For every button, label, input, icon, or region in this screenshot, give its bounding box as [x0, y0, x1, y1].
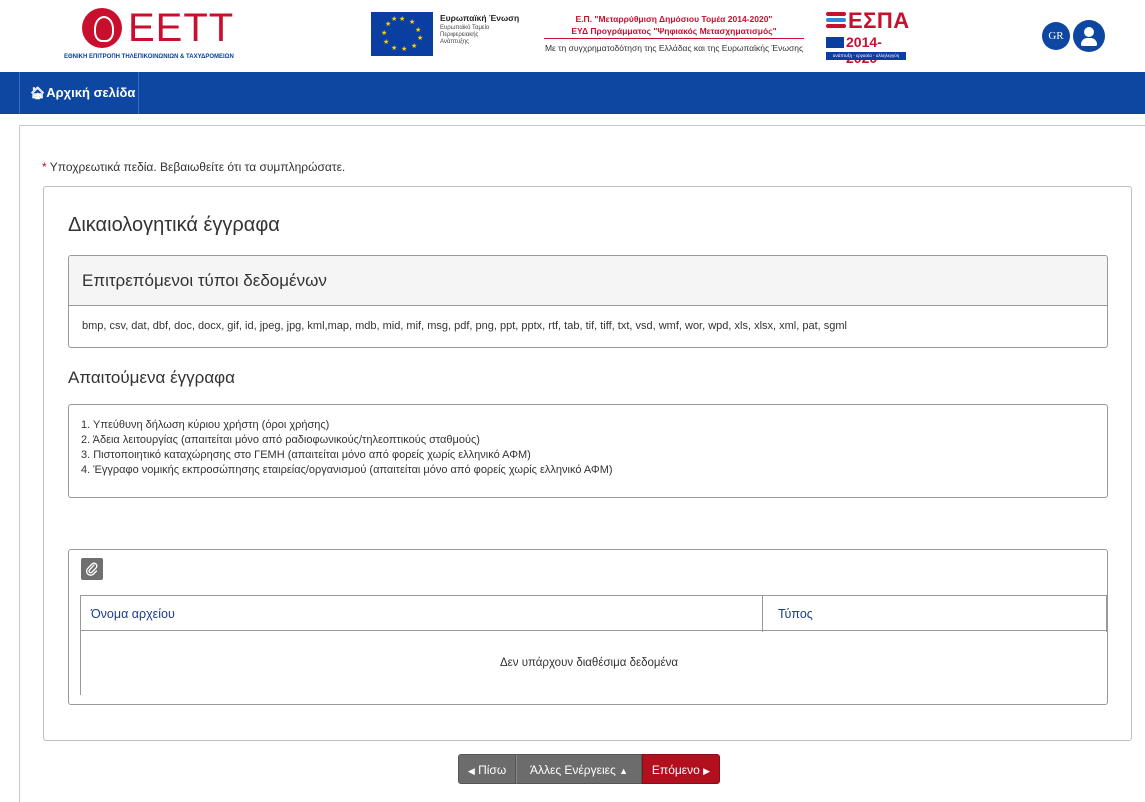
eu-subtitle: Ευρωπαϊκό Ταμείο Περιφερειακής Ανάπτυξης — [440, 25, 490, 45]
eett-logo[interactable]: ΕΕΤΤ ΕΘΝΙΚΗ ΕΠΙΤΡΟΠΗ ΤΗΛΕΠΙΚΟΙΝΩΝΙΩΝ & Τ… — [64, 6, 244, 62]
home-icon: 🏠︎ — [30, 86, 46, 100]
user-icon-body — [1081, 38, 1097, 46]
eu-caption: Ευρωπαϊκή Ένωση Ευρωπαϊκό Ταμείο Περιφερ… — [440, 13, 520, 46]
greek-flag-icon — [826, 37, 844, 48]
logo-text: ΕΕΤΤ — [128, 6, 235, 50]
caret-up-icon: ▲ — [619, 766, 629, 776]
required-docs-box: 1. Υπεύθυνη δήλωση κύριου χρήστη (όροι χ… — [68, 404, 1108, 498]
program-line-1: Ε.Π. "Μεταρρύθμιση Δημόσιου Τομέα 2014-2… — [575, 14, 773, 24]
eu-flag-icon: ★ ★ ★ ★ ★ ★ ★ ★ ★ ★ ★ — [371, 12, 433, 56]
caret-left-icon: ◀ — [467, 766, 475, 776]
required-doc-item: 3. Πιστοποιητικό καταχώρησης στο ΓΕΜΗ (α… — [81, 449, 531, 461]
program-caption: Ε.Π. "Μεταρρύθμιση Δημόσιου Τομέα 2014-2… — [526, 14, 822, 53]
espa-tagline: ανάπτυξη - εργασία - αλληλεγγύη — [826, 52, 906, 60]
logo-subtitle: ΕΘΝΙΚΗ ΕΠΙΤΡΟΠΗ ΤΗΛΕΠΙΚΟΙΝΩΝΙΩΝ & ΤΑΧΥΔΡ… — [64, 54, 234, 60]
column-header-type[interactable]: Τύπος — [778, 596, 813, 632]
back-button-label: Πίσω — [478, 763, 507, 777]
next-button-label: Επόμενο — [651, 763, 700, 777]
nav-home-label: Αρχική σελίδα — [46, 85, 136, 100]
required-docs-title: Απαιτούμενα έγγραφα — [68, 368, 236, 387]
nav-home-link[interactable]: 🏠︎Αρχική σελίδα — [20, 72, 139, 114]
column-header-filename[interactable]: Όνομα αρχείου — [91, 596, 175, 632]
espa-logo: ΕΣΠΑ 2014-2020 ανάπτυξη - εργασία - αλλη… — [826, 8, 909, 66]
allowed-types-title: Επιτρεπόμενοι τύποι δεδομένων — [69, 256, 1107, 306]
allowed-types-panel: Επιτρεπόμενοι τύποι δεδομένων bmp, csv, … — [68, 255, 1108, 348]
required-doc-item: 1. Υπεύθυνη δήλωση κύριου χρήστη (όροι χ… — [81, 419, 330, 431]
main-navbar — [0, 72, 1145, 114]
caret-right-icon: ▶ — [703, 766, 711, 776]
allowed-types-list: bmp, csv, dat, dbf, doc, docx, gif, id, … — [82, 320, 847, 332]
attach-file-button[interactable] — [81, 558, 103, 580]
paperclip-icon — [85, 562, 98, 576]
eett-emblem-icon — [82, 8, 122, 48]
back-button[interactable]: ◀ Πίσω — [458, 754, 516, 784]
more-actions-button[interactable]: Άλλες Ενέργειες ▲ — [516, 754, 642, 784]
table-header-row: Όνομα αρχείου Τύπος — [81, 595, 1107, 632]
espa-stripes-icon — [826, 12, 846, 32]
empty-table-message: Δεν υπάρχουν διαθέσιμα δεδομένα — [499, 657, 679, 669]
section-title: Δικαιολογητικά έγγραφα — [68, 214, 280, 236]
uploaded-files-panel: Όνομα αρχείου Τύπος Δεν υπάρχουν διαθέσι… — [68, 549, 1108, 705]
site-header: ΕΕΤΤ ΕΘΝΙΚΗ ΕΠΙΤΡΟΠΗ ΤΗΛΕΠΙΚΟΙΝΩΝΙΩΝ & Τ… — [0, 0, 1145, 72]
required-doc-item: 4. Έγγραφο νομικής εκπροσώπησης εταιρεία… — [81, 464, 613, 476]
required-fields-note: * Υποχρεωτικά πεδία. Βεβαιωθείτε ότι τα … — [42, 160, 345, 174]
next-button[interactable]: Επόμενο ▶ — [642, 754, 720, 784]
column-divider — [1106, 596, 1107, 632]
language-button[interactable]: GR — [1042, 22, 1070, 50]
user-account-button[interactable] — [1073, 20, 1105, 52]
column-divider — [762, 596, 763, 632]
espa-years: 2014-2020 — [846, 34, 882, 66]
espa-title: ΕΣΠΑ — [848, 8, 910, 33]
required-doc-item: 2. Άδεια λειτουργίας (απαιτείται μόνο απ… — [81, 434, 480, 446]
eu-title: Ευρωπαϊκή Ένωση — [440, 13, 520, 23]
program-line-3: Με τη συγχρηματοδότηση της Ελλάδας και τ… — [544, 43, 804, 53]
files-table: Όνομα αρχείου Τύπος Δεν υπάρχουν διαθέσι… — [80, 595, 1107, 695]
program-line-2: ΕΥΔ Προγράμματος "Ψηφιακός Μετασχηματισμ… — [571, 26, 777, 36]
required-note-text: Υποχρεωτικά πεδία. Βεβαιωθείτε ότι τα συ… — [46, 160, 346, 174]
program-divider — [544, 38, 804, 39]
user-icon — [1084, 27, 1094, 37]
more-actions-label: Άλλες Ενέργειες — [529, 763, 616, 777]
